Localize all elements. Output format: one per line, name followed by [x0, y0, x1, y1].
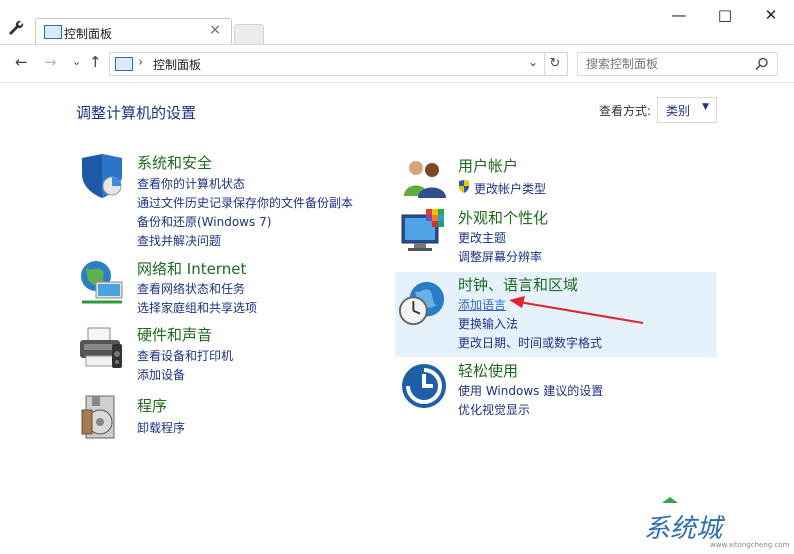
tab-title: 控制面板: [64, 27, 113, 41]
view-by-value: 类别: [666, 104, 691, 118]
link-troubleshoot[interactable]: 查找并解决问题: [137, 232, 221, 249]
printer-icon[interactable]: [78, 324, 126, 372]
breadcrumb-separator-icon[interactable]: ›: [138, 55, 143, 70]
network-globe-icon[interactable]: [78, 258, 126, 306]
link-backup-restore[interactable]: 备份和还原(Windows 7): [137, 213, 271, 230]
minimize-button[interactable]: —: [656, 0, 702, 30]
breadcrumb-control-panel[interactable]: 控制面板: [153, 56, 201, 73]
link-add-device[interactable]: 添加设备: [137, 366, 185, 383]
up-button[interactable]: ↑: [89, 53, 102, 71]
link-devices-printers[interactable]: 查看设备和打印机: [137, 347, 233, 364]
refresh-button[interactable]: ↻: [543, 52, 568, 76]
watermark-logo: 系统城 www.xitongcheng.com: [644, 497, 790, 549]
link-uninstall-program[interactable]: 卸载程序: [137, 419, 185, 436]
monitor-palette-icon[interactable]: [400, 207, 448, 255]
red-annotation-arrow: [509, 296, 644, 324]
search-input[interactable]: [578, 53, 748, 75]
link-view-computer-status[interactable]: 查看你的计算机状态: [137, 175, 245, 192]
programs-icon[interactable]: [78, 394, 126, 442]
forward-button[interactable]: →: [44, 53, 57, 71]
link-add-language[interactable]: 添加语言: [458, 296, 506, 313]
link-change-theme[interactable]: 更改主题: [458, 229, 506, 246]
dropdown-arrow-icon: ▼: [702, 102, 709, 112]
ease-of-access-icon[interactable]: [400, 362, 448, 410]
wrench-icon[interactable]: [6, 18, 26, 38]
search-box[interactable]: [577, 52, 778, 76]
address-dropdown-icon[interactable]: ⌄: [528, 55, 538, 69]
clock-globe-icon[interactable]: [398, 280, 446, 328]
link-change-account-type[interactable]: 更改帐户类型: [474, 180, 546, 197]
category-title-appearance[interactable]: 外观和个性化: [458, 207, 548, 228]
svg-text:www.xitongcheng.com: www.xitongcheng.com: [710, 541, 790, 549]
search-icon[interactable]: [755, 57, 769, 71]
control-panel-icon: [44, 25, 62, 39]
control-panel-icon: [115, 57, 133, 71]
link-change-date-time-format[interactable]: 更改日期、时间或数字格式: [458, 334, 602, 351]
category-title-programs[interactable]: 程序: [137, 395, 167, 416]
link-homegroup-sharing[interactable]: 选择家庭组和共享选项: [137, 299, 257, 316]
maximize-button[interactable]: □: [702, 0, 748, 30]
users-icon[interactable]: [400, 154, 448, 202]
category-title-hardware-sound[interactable]: 硬件和声音: [137, 324, 212, 345]
link-network-status[interactable]: 查看网络状态和任务: [137, 280, 245, 297]
category-title-user-accounts[interactable]: 用户帐户: [458, 155, 518, 176]
back-button[interactable]: ←: [15, 53, 28, 71]
page-title: 调整计算机的设置: [76, 104, 197, 122]
link-optimize-visual-display[interactable]: 优化视觉显示: [458, 401, 530, 418]
link-file-history-backup[interactable]: 通过文件历史记录保存你的文件备份副本: [137, 194, 353, 211]
tab-close-icon[interactable]: ×: [209, 22, 221, 38]
uac-shield-icon: [459, 180, 469, 193]
new-tab-button[interactable]: [234, 24, 264, 45]
link-recommended-settings[interactable]: 使用 Windows 建议的设置: [458, 382, 603, 399]
shield-icon[interactable]: [78, 152, 126, 200]
link-screen-resolution[interactable]: 调整屏幕分辨率: [458, 248, 542, 265]
svg-text:系统城: 系统城: [644, 514, 726, 544]
tab-control-panel[interactable]: 控制面板 ×: [35, 18, 232, 45]
address-field[interactable]: › 控制面板 ⌄: [109, 52, 545, 76]
category-title-ease-of-access[interactable]: 轻松使用: [458, 360, 518, 381]
view-by-dropdown[interactable]: 类别 ▼: [657, 97, 717, 123]
address-toolbar: ← → ⌄ ↑ › 控制面板 ⌄ ↻: [0, 44, 794, 83]
recent-locations-button[interactable]: ⌄: [72, 55, 81, 68]
view-by-label: 查看方式:: [599, 104, 652, 118]
category-title-system-security[interactable]: 系统和安全: [137, 152, 212, 173]
category-title-network-internet[interactable]: 网络和 Internet: [137, 258, 246, 279]
title-bar: 控制面板 × — □ ✕: [0, 0, 794, 45]
close-button[interactable]: ✕: [748, 0, 794, 30]
